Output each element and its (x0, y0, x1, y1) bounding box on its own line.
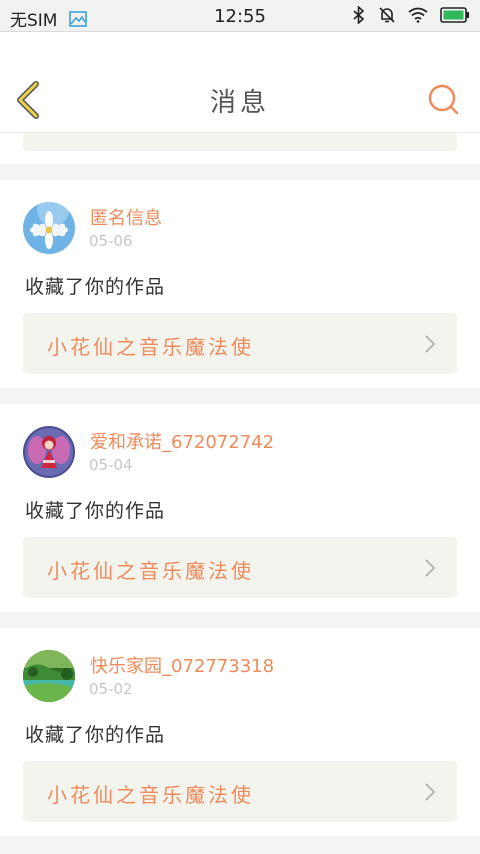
username[interactable]: 爱和承诺_672072742 (90, 428, 274, 454)
chevron-right-icon (423, 781, 437, 803)
previous-work-link-stub (23, 133, 457, 151)
bluetooth-icon (352, 6, 366, 24)
daisy-flower-avatar-icon (23, 202, 75, 254)
message-date: 05-04 (89, 456, 133, 474)
chevron-right-icon (423, 557, 437, 579)
work-link[interactable]: 小花仙之音乐魔法使 (23, 537, 457, 598)
username[interactable]: 匿名信息 (90, 204, 162, 230)
battery-icon (440, 7, 470, 23)
wifi-icon (408, 7, 428, 23)
action-text: 收藏了你的作品 (25, 500, 166, 522)
message-list[interactable]: 匿名信息 05-06 收藏了你的作品 小花仙之音乐魔法使 爱和承诺_672072… (0, 133, 480, 836)
message-card: 快乐家园_072773318 05-02 收藏了你的作品 小花仙之音乐魔法使 (0, 628, 480, 836)
green-landscape-avatar-icon (23, 650, 75, 702)
chevron-right-icon (423, 333, 437, 355)
page-title: 消息 (209, 88, 270, 118)
mute-icon (378, 6, 396, 24)
previous-card-stub (0, 133, 480, 164)
message-date: 05-02 (89, 680, 133, 698)
message-card: 爱和承诺_672072742 05-04 收藏了你的作品 小花仙之音乐魔法使 (0, 404, 480, 612)
work-title: 小花仙之音乐魔法使 (47, 783, 254, 807)
header-bar: 消息 (0, 32, 480, 133)
status-right (352, 6, 470, 24)
status-bar: 无SIM 12:55 (0, 0, 480, 32)
message-date: 05-06 (89, 232, 133, 250)
work-title: 小花仙之音乐魔法使 (47, 335, 254, 359)
work-title: 小花仙之音乐魔法使 (47, 559, 254, 583)
action-text: 收藏了你的作品 (25, 724, 166, 746)
search-button[interactable] (426, 82, 462, 118)
username[interactable]: 快乐家园_072773318 (90, 652, 274, 678)
search-icon (426, 82, 462, 118)
action-text: 收藏了你的作品 (25, 276, 166, 298)
avatar[interactable] (23, 650, 75, 702)
work-link[interactable]: 小花仙之音乐魔法使 (23, 313, 457, 374)
work-link[interactable]: 小花仙之音乐魔法使 (23, 761, 457, 822)
avatar[interactable] (23, 202, 75, 254)
message-card: 匿名信息 05-06 收藏了你的作品 小花仙之音乐魔法使 (0, 180, 480, 388)
avatar[interactable] (23, 426, 75, 478)
fairy-character-avatar-icon (23, 426, 75, 478)
